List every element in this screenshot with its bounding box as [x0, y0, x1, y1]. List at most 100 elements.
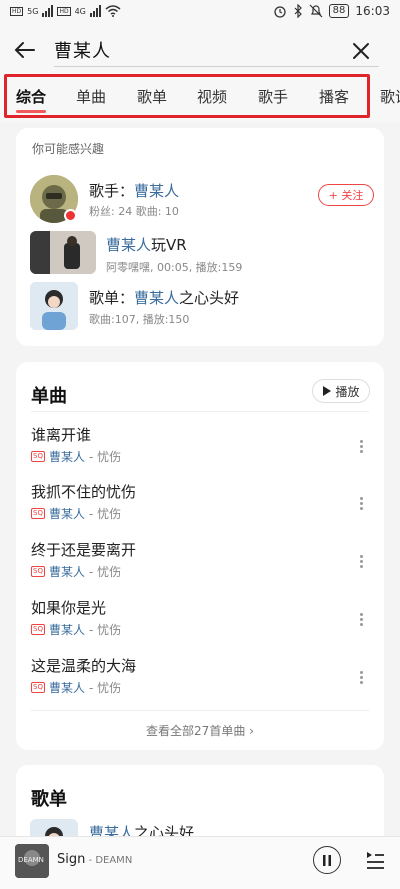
tab-lyrics[interactable]: 歌词 — [380, 86, 400, 107]
song-row[interactable]: 终于还是要离开 SQ 曹某人 - 忧伤 — [16, 539, 384, 597]
sq-badge: SQ — [31, 451, 45, 462]
tab-playlists[interactable]: 歌单 — [137, 86, 167, 107]
now-playing-title[interactable]: Sign - DEAMN — [57, 852, 132, 867]
more-options-icon[interactable] — [357, 669, 365, 689]
song-artist: 曹某人 — [48, 681, 85, 695]
tab-podcasts[interactable]: 播客 — [319, 86, 349, 107]
status-bar: HD 5G HD 4G 88 16:03 — [0, 0, 400, 28]
playlist-meta: 歌曲:107, 播放:150 — [89, 313, 190, 326]
song-name: 谁离开谁 — [31, 426, 92, 444]
interest-title: 你可能感兴趣 — [32, 142, 105, 156]
signal-icon — [42, 5, 54, 17]
playlist-cover-image — [30, 282, 78, 330]
singles-card: 单曲 播放 谁离开谁 SQ 曹某人 - 忧伤 我抓不住的忧伤 SQ 曹某人 - … — [16, 362, 384, 750]
more-options-icon[interactable] — [357, 495, 365, 515]
view-all-singles-link[interactable]: 查看全部27首单曲 › — [16, 722, 384, 739]
tab-all[interactable]: 综合 — [16, 86, 47, 113]
cover-text: DEAMN — [18, 856, 44, 864]
song-name: 我抓不住的忧伤 — [31, 483, 137, 501]
song-meta: SQ 曹某人 - 忧伤 — [31, 621, 121, 638]
sq-badge: SQ — [31, 508, 45, 519]
song-name: 这是温柔的大海 — [31, 657, 137, 675]
artist-prefix: 歌手： — [89, 182, 135, 200]
play-icon — [323, 386, 332, 396]
tab-singles[interactable]: 单曲 — [76, 86, 106, 107]
video-thumbnail-image — [30, 231, 96, 274]
playlist-title-rest: 之心头好 — [179, 289, 240, 307]
search-underline — [54, 66, 379, 67]
pause-button[interactable] — [313, 846, 341, 874]
song-artist: 曹某人 — [48, 623, 85, 637]
song-row[interactable]: 我抓不住的忧伤 SQ 曹某人 - 忧伤 — [16, 481, 384, 539]
alarm-icon — [274, 6, 286, 18]
category-tabs: 综合 单曲 歌单 视频 歌手 播客 歌词 — [0, 72, 400, 122]
more-options-icon[interactable] — [357, 611, 365, 631]
song-meta: SQ 曹某人 - 忧伤 — [31, 679, 121, 696]
tab-artists[interactable]: 歌手 — [258, 86, 288, 107]
interest-card: 你可能感兴趣 歌手：曹某人 粉丝: 24 歌曲: 10 + 关注 曹某人玩VR … — [16, 128, 384, 346]
clear-icon[interactable] — [350, 40, 372, 62]
search-input[interactable]: 曹某人 — [54, 37, 111, 63]
back-arrow-icon[interactable] — [12, 37, 38, 63]
song-artist: 曹某人 — [48, 450, 85, 464]
play-all-label: 播放 — [335, 384, 360, 399]
more-options-icon[interactable] — [357, 438, 365, 458]
song-artist: 曹某人 — [48, 507, 85, 521]
song-artist: 曹某人 — [48, 565, 85, 579]
video-meta: 阿零嘿嘿, 00:05, 播放:159 — [106, 261, 243, 274]
tabs-highlight-box — [4, 74, 370, 118]
hd-icon: HD — [10, 6, 24, 16]
playlist-cover[interactable] — [30, 282, 78, 330]
divider — [31, 411, 369, 412]
divider — [31, 710, 369, 711]
clock: 16:03 — [355, 4, 390, 18]
song-album: - 忧伤 — [88, 565, 122, 579]
song-row[interactable]: 这是温柔的大海 SQ 曹某人 - 忧伤 — [16, 655, 384, 713]
video-title-highlight: 曹某人 — [106, 236, 152, 254]
singles-title: 单曲 — [31, 386, 67, 407]
search-bar: 曹某人 — [0, 28, 400, 72]
more-options-icon[interactable] — [357, 553, 365, 573]
playlist-title-highlight: 曹某人 — [134, 289, 180, 307]
song-name: 如果你是光 — [31, 599, 107, 617]
artist-line[interactable]: 歌手：曹某人 — [89, 180, 179, 201]
wifi-icon — [105, 5, 121, 17]
hd-icon-2: HD — [57, 6, 71, 16]
mini-player[interactable]: DEAMN Sign - DEAMN — [0, 836, 400, 889]
playlist-queue-icon[interactable] — [365, 849, 385, 871]
song-meta: SQ 曹某人 - 忧伤 — [31, 563, 121, 580]
pause-icon — [323, 854, 331, 866]
sq-badge: SQ — [31, 682, 45, 693]
verified-badge-icon — [64, 209, 77, 222]
network-gen-2: 4G — [74, 6, 86, 16]
song-row[interactable]: 谁离开谁 SQ 曹某人 - 忧伤 — [16, 424, 384, 482]
play-all-button[interactable]: 播放 — [312, 379, 370, 403]
tab-videos[interactable]: 视频 — [197, 86, 227, 107]
video-title[interactable]: 曹某人玩VR — [106, 234, 187, 255]
mute-icon — [309, 4, 323, 18]
song-name: 终于还是要离开 — [31, 541, 137, 559]
video-title-rest: 玩VR — [151, 236, 187, 254]
artist-stats: 粉丝: 24 歌曲: 10 — [89, 205, 179, 218]
sq-badge: SQ — [31, 624, 45, 635]
song-album: - 忧伤 — [88, 507, 122, 521]
sq-badge: SQ — [31, 566, 45, 577]
follow-button[interactable]: + 关注 — [318, 184, 374, 206]
network-gen-1: 5G — [27, 6, 39, 16]
song-meta: SQ 曹某人 - 忧伤 — [31, 448, 121, 465]
now-playing-artist: - DEAMN — [85, 855, 133, 866]
video-thumbnail[interactable] — [30, 231, 96, 274]
bluetooth-icon — [294, 4, 302, 18]
artist-name: 曹某人 — [134, 182, 180, 200]
signal-icon-2 — [89, 5, 101, 17]
now-playing-song: Sign — [57, 852, 86, 867]
song-album: - 忧伤 — [88, 450, 122, 464]
song-meta: SQ 曹某人 - 忧伤 — [31, 505, 121, 522]
song-album: - 忧伤 — [88, 681, 122, 695]
battery-indicator: 88 — [328, 4, 350, 18]
song-row[interactable]: 如果你是光 SQ 曹某人 - 忧伤 — [16, 597, 384, 655]
playlists-title: 歌单 — [31, 789, 67, 810]
now-playing-cover[interactable]: DEAMN — [15, 844, 49, 878]
song-album: - 忧伤 — [88, 623, 122, 637]
playlist-line[interactable]: 歌单：曹某人之心头好 — [89, 287, 239, 308]
